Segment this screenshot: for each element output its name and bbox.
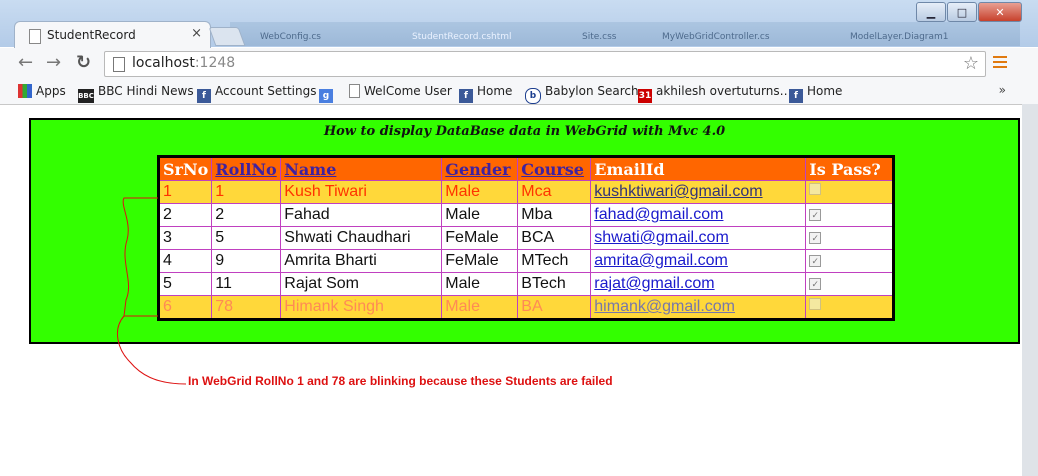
annotation-bracket (116, 197, 187, 385)
failed-students-annotation: In WebGrid RollNo 1 and 78 are blinking … (188, 374, 613, 388)
